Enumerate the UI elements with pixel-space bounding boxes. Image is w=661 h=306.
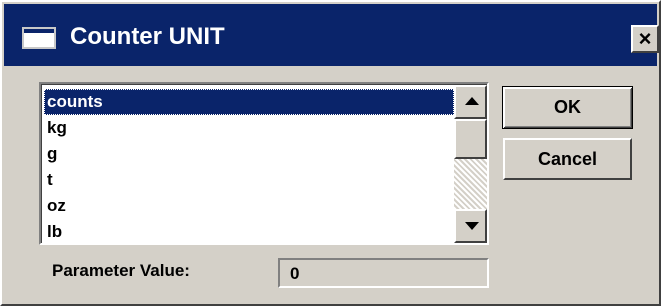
parameter-value-field: 0: [278, 258, 489, 288]
list-item-t[interactable]: t: [44, 167, 454, 193]
list-item-oz[interactable]: oz: [44, 193, 454, 219]
arrow-up-icon: [465, 97, 479, 105]
scroll-track[interactable]: [454, 159, 487, 209]
close-icon: ×: [638, 26, 652, 51]
cancel-button[interactable]: Cancel: [503, 138, 632, 180]
scroll-down-button[interactable]: [454, 209, 487, 243]
listbox-frame: counts kg g t oz lb: [41, 84, 487, 243]
vertical-scrollbar[interactable]: [454, 85, 487, 243]
arrow-down-icon: [465, 222, 479, 230]
list-item-lb[interactable]: lb: [44, 219, 454, 243]
scroll-thumb[interactable]: [454, 119, 487, 159]
parameter-value: 0: [290, 264, 300, 283]
list-item-counts[interactable]: counts: [44, 89, 454, 115]
list-item-kg[interactable]: kg: [44, 115, 454, 141]
dialog-window: Counter UNIT × counts kg g t oz lb OK Ca…: [0, 0, 661, 306]
title-bar[interactable]: Counter UNIT ×: [4, 4, 659, 66]
parameter-value-label: Parameter Value:: [52, 261, 190, 280]
window-title: Counter UNIT: [70, 23, 225, 50]
list-item-g[interactable]: g: [44, 141, 454, 167]
list-items: counts kg g t oz lb: [44, 89, 454, 243]
unit-listbox[interactable]: counts kg g t oz lb: [39, 82, 489, 245]
close-button[interactable]: ×: [631, 25, 659, 53]
window-icon: [22, 27, 56, 49]
scroll-up-button[interactable]: [454, 85, 487, 119]
ok-button[interactable]: OK: [502, 86, 633, 129]
